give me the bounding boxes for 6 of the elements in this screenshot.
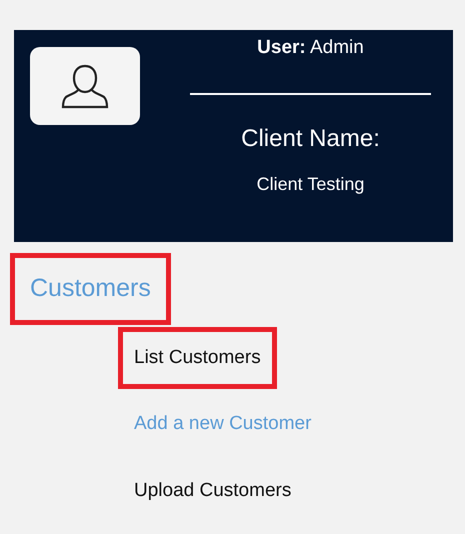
user-icon [61,63,109,109]
user-text: User: Admin [257,36,364,60]
submenu-link[interactable]: List Customers [118,326,277,389]
submenu-link[interactable]: Upload Customers [118,460,308,522]
client-name-label: Client Name: [241,124,380,154]
client-name: Client Testing [256,172,364,196]
